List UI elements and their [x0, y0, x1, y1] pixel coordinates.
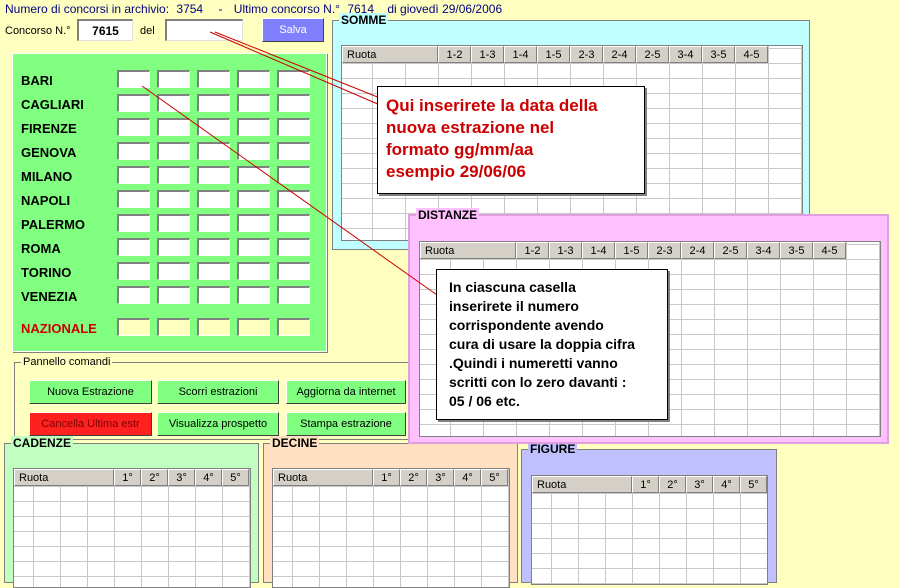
date-format-callout-text: Qui inserirete la data della nuova estraz…: [386, 95, 636, 183]
date-format-callout: Qui inserirete la data della nuova estraz…: [377, 86, 645, 194]
number-format-callout: In ciascuna casella inserirete il numero c…: [436, 269, 668, 420]
callout1-line: nuova estrazione nel: [386, 118, 555, 137]
callout2-line: scritti con lo zero davanti :: [449, 374, 627, 390]
callout1-line: formato gg/mm/aa: [386, 140, 534, 159]
callout2-line: inserirete il numero: [449, 298, 579, 314]
callout1-pointer-b: [214, 31, 381, 99]
callout1-line: Qui inserirete la data della: [386, 96, 598, 115]
callout2-line: 05 / 06 etc.: [449, 393, 520, 409]
callout2-line: In ciascuna casella: [449, 279, 576, 295]
number-format-callout-text: In ciascuna casella inserirete il numero c…: [449, 278, 655, 411]
callout2-line: .Quindi i numeretti vanno: [449, 355, 618, 371]
callout1-line: esempio 29/06/06: [386, 162, 526, 181]
callout1-pointer-a: [209, 31, 381, 106]
callout2-line: corrispondente avendo: [449, 317, 604, 333]
callout2-line: cura di usare la doppia cifra: [449, 336, 635, 352]
